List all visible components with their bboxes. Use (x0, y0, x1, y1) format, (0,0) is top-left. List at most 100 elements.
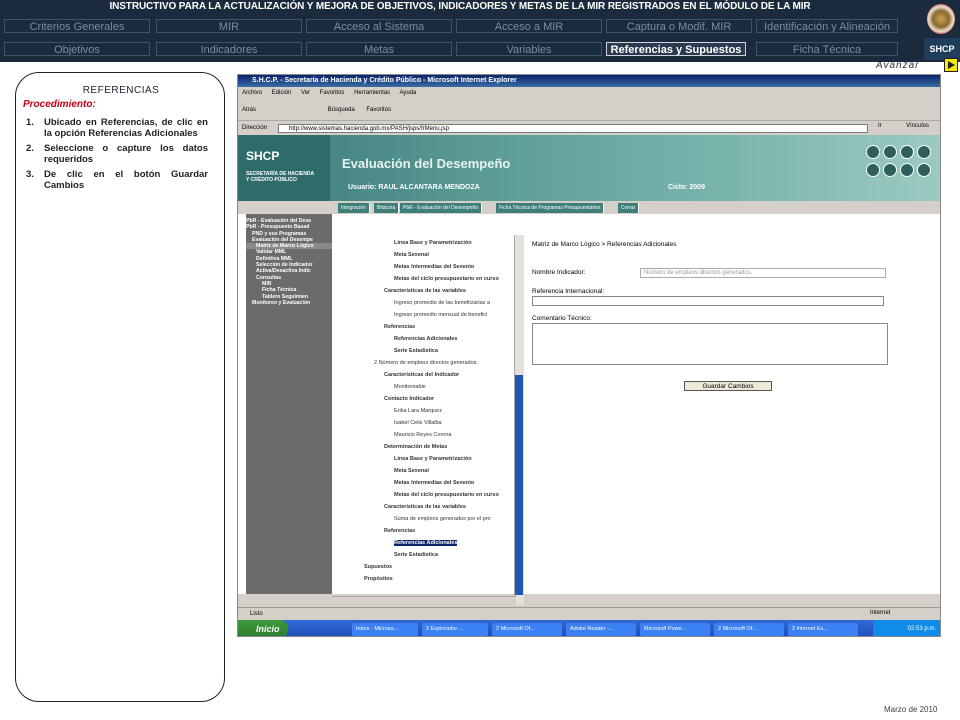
menu-item[interactable]: Herramientas (354, 90, 390, 96)
forward-icon[interactable] (883, 163, 897, 177)
tree-item[interactable]: Referencias (384, 324, 415, 330)
procedure-label: Procedimiento: (23, 99, 96, 110)
tab-objetivos[interactable]: Objetivos (4, 42, 150, 56)
comentario-textarea[interactable] (532, 323, 888, 365)
tab-identificacion[interactable]: Identificación y Alineación (756, 19, 898, 33)
go-button[interactable]: Ir (878, 123, 882, 129)
shcp-logo: SHCP (924, 38, 960, 60)
tree-item[interactable]: Contacto Indicador (384, 396, 434, 402)
browser-toolbar: Atrás Búsqueda Favoritos (238, 99, 940, 121)
favorites-button[interactable]: Favoritos (366, 107, 391, 113)
links-label[interactable]: Vínculos (906, 123, 929, 129)
tree-item[interactable]: Ingreso promedio de las beneficiarias a (394, 300, 490, 306)
menu-item[interactable]: Edición (272, 90, 292, 96)
tree-item[interactable]: Monitoreable (394, 384, 426, 390)
site-tab[interactable]: PbR - Evaluación del Desempeño (400, 203, 483, 213)
site-user: Usuario: RAUL ALCANTARA MENDOZA (348, 184, 480, 191)
browser-title-bar: S.H.C.P. - Secretaría de Hacienda y Créd… (238, 75, 940, 87)
tab-acceso-sistema[interactable]: Acceso al Sistema (306, 19, 452, 33)
tree-item[interactable]: Línea Base y Parametrización (394, 240, 472, 246)
tree-item[interactable]: Características de las variables (384, 504, 466, 510)
tree-item[interactable]: Supuestos (364, 564, 392, 570)
tree-item[interactable]: Línea Base y Parametrización (394, 456, 472, 462)
status-bar: Listo (238, 607, 940, 619)
tree-item[interactable]: 2 Número de empleos directos generados. (374, 360, 478, 366)
tab-referencias-supuestos[interactable]: Referencias y Supuestos (606, 42, 746, 56)
indicator-tree: Línea Base y Parametrización Meta Sexena… (338, 235, 514, 600)
referencia-input[interactable] (532, 296, 884, 306)
help-icon[interactable] (917, 163, 931, 177)
footer-date: Marzo de 2010 (884, 705, 938, 714)
menu-item[interactable]: Ayuda (399, 90, 416, 96)
tree-item[interactable]: Metas del ciclo presupuestario en curso (394, 276, 499, 282)
tree-item[interactable]: Características de las variables (384, 288, 466, 294)
tree-item[interactable]: Meta Sexenal (394, 252, 429, 258)
record-icon[interactable] (866, 163, 880, 177)
advance-button[interactable] (944, 58, 958, 72)
tree-item[interactable]: Referencias Adicionales (394, 336, 457, 342)
taskbar-item[interactable]: Microsoft Powe... (640, 623, 710, 636)
tree-item[interactable]: Metas del ciclo presupuestario en curso (394, 492, 499, 498)
menu-item[interactable]: Favoritos (320, 90, 345, 96)
tab-acceso-mir[interactable]: Acceso a MIR (456, 19, 602, 33)
back-icon[interactable] (900, 163, 914, 177)
search-button[interactable]: Búsqueda (328, 107, 355, 113)
tree-item[interactable]: Isabel Celis Villalba (394, 420, 442, 426)
taskbar-item[interactable]: 2 Microsoft Of... (492, 623, 562, 636)
tab-variables[interactable]: Variables (456, 42, 602, 56)
site-tab[interactable]: Cerrar (618, 203, 640, 213)
tree-item[interactable]: Erika Lara Marquez (394, 408, 442, 414)
tree-item-selected[interactable]: Referencias Adicionales (394, 540, 458, 546)
site-tab[interactable]: Ficha Técnica de Programas Presupuestari… (496, 203, 605, 213)
address-field[interactable]: http://www.sistemas.hacienda.gob.mx/PASH… (278, 124, 868, 133)
taskbar-item[interactable]: 2 Microsoft Of... (714, 623, 784, 636)
site-tab[interactable]: Bitácora (374, 203, 400, 213)
taskbar-item[interactable]: Adobe Reader -... (566, 623, 636, 636)
back-button[interactable]: Atrás (242, 107, 256, 113)
tree-item[interactable]: Suma de empleos generados por el pro (394, 516, 491, 522)
nombre-indicador-select[interactable]: Número de empleos directos generados. (640, 268, 886, 278)
comentario-label: Comentario Técnico: (532, 315, 592, 322)
taskbar-item[interactable]: Inbox - Microso... (352, 623, 418, 636)
tab-indicadores[interactable]: Indicadores (156, 42, 302, 56)
tree-item[interactable]: Metas Intermedias del Sexenio (394, 480, 474, 486)
taskbar-item[interactable]: 2 Explorador ... (422, 623, 488, 636)
page-title: INSTRUCTIVO PARA LA ACTUALIZACIÓN Y MEJO… (109, 1, 811, 12)
instructions-panel: REFERENCIAS Procedimiento: 1. Ubicado en … (15, 72, 225, 702)
tree-item[interactable]: Metas Intermedias del Sexenio (394, 264, 474, 270)
sidebar-item[interactable]: Monitoreo y Evaluación (246, 300, 332, 306)
site-tab[interactable]: Integración (338, 203, 370, 213)
tree-item[interactable]: Referencias (384, 528, 415, 534)
tab-captura-mir[interactable]: Captura o Modif. MIR (606, 19, 752, 33)
site-logo-block (238, 135, 330, 201)
tree-item[interactable]: Propósitos (364, 576, 393, 582)
site-title: Evaluación del Desempeño (342, 156, 511, 171)
tree-scroll-thumb[interactable] (515, 375, 523, 595)
ref-label: Referencia Internacional: (532, 288, 605, 295)
save-button[interactable]: Guardar Cambios (684, 381, 772, 391)
tab-criterios-generales[interactable]: Criterios Generales (4, 19, 150, 33)
start-button[interactable]: Inicio (238, 620, 288, 636)
taskbar-clock: 02:53 p.m. (873, 620, 940, 636)
phone-icon[interactable] (866, 145, 880, 159)
horizontal-scrollbar[interactable] (332, 596, 516, 605)
tab-mir[interactable]: MIR (156, 19, 302, 33)
tree-item[interactable]: Mauricio Reyes Corona (394, 432, 451, 438)
tree-item[interactable]: Serie Estadística (394, 552, 438, 558)
tree-item[interactable]: Características del Indicador (384, 372, 459, 378)
step-item: 1. Ubicado en Referencias, de clic en la … (26, 117, 208, 139)
tree-item[interactable]: Determinación de Metas (384, 444, 447, 450)
tab-ficha-tecnica[interactable]: Ficha Técnica (756, 42, 898, 56)
tab-metas[interactable]: Metas (306, 42, 452, 56)
mail-icon[interactable] (883, 145, 897, 159)
taskbar-item[interactable]: 2 Internet Ex... (788, 623, 858, 636)
tree-item[interactable]: Meta Sexenal (394, 468, 429, 474)
menu-item[interactable]: Ver (301, 90, 310, 96)
home-icon[interactable] (900, 145, 914, 159)
tree-item[interactable]: Serie Estadística (394, 348, 438, 354)
close-icon[interactable] (917, 145, 931, 159)
menu-item[interactable]: Archivo (242, 90, 262, 96)
tree-item[interactable]: Ingreso promedio mensual de benefici (394, 312, 487, 318)
site-tabs: Integración Bitácora PbR - Evaluación de… (338, 203, 940, 213)
step-text: Seleccione o capture los datos requerido… (44, 143, 208, 165)
